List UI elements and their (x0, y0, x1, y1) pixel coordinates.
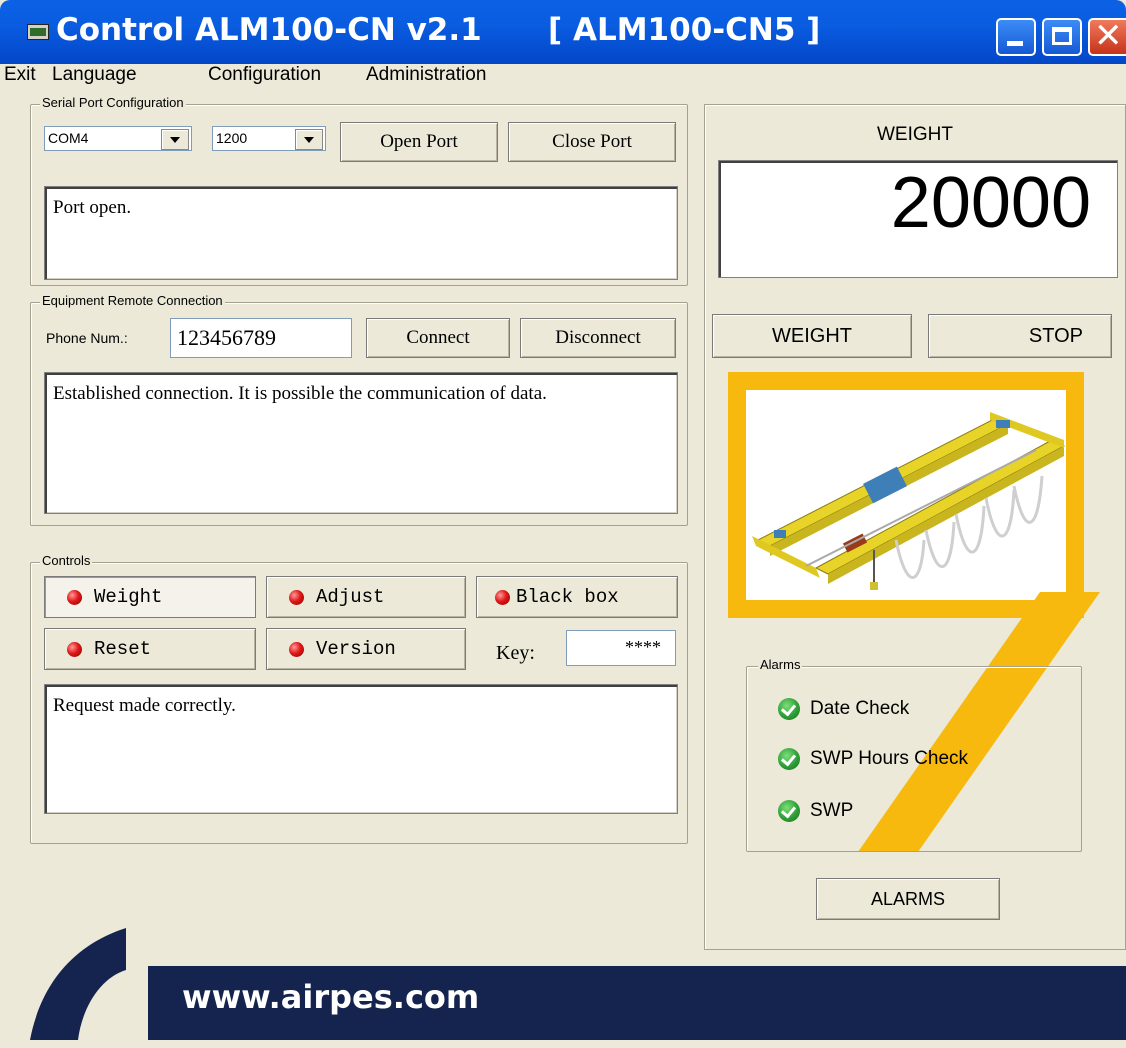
reset-button[interactable]: Reset (44, 628, 256, 670)
red-led-icon (67, 641, 82, 657)
version-label: Version (316, 638, 396, 660)
close-button[interactable]: ✕ (1088, 16, 1126, 56)
red-led-icon (289, 589, 304, 605)
black-box-button[interactable]: Black box (476, 576, 678, 618)
minimize-button[interactable] (996, 18, 1036, 56)
close-port-button[interactable]: Close Port (508, 122, 676, 162)
minimize-icon (1007, 41, 1023, 46)
adjust-button[interactable]: Adjust (266, 576, 466, 618)
port-log: Port open. (44, 186, 678, 280)
maximize-button[interactable] (1042, 18, 1082, 56)
stop-button[interactable]: STOP (928, 314, 1112, 358)
check-icon (778, 748, 800, 770)
weight-heading: WEIGHT (877, 124, 953, 145)
weight-control-button[interactable]: Weight (44, 576, 256, 618)
website-url[interactable]: www.airpes.com (182, 978, 479, 1016)
menu-configuration[interactable]: Configuration (208, 64, 321, 86)
red-led-icon (67, 589, 82, 605)
disconnect-button[interactable]: Disconnect (520, 318, 676, 358)
open-port-button[interactable]: Open Port (340, 122, 498, 162)
weight-read-button[interactable]: WEIGHT (712, 314, 912, 358)
connect-button[interactable]: Connect (366, 318, 510, 358)
app-icon (27, 24, 49, 40)
remote-connection-legend: Equipment Remote Connection (40, 293, 225, 308)
black-box-label: Black box (516, 586, 619, 608)
check-icon (778, 698, 800, 720)
version-button[interactable]: Version (266, 628, 466, 670)
red-led-icon (495, 589, 510, 605)
port-value: COM4 (48, 130, 89, 146)
weight-display: 20000 (718, 160, 1118, 278)
serial-port-legend: Serial Port Configuration (40, 95, 186, 110)
baud-select[interactable]: 1200 (212, 126, 326, 151)
phone-input[interactable]: 123456789 (170, 318, 352, 358)
alarm-swp: SWP (778, 800, 853, 822)
red-led-icon (289, 641, 304, 657)
key-input[interactable]: **** (566, 630, 676, 666)
chevron-down-icon[interactable] (295, 129, 323, 150)
controls-log: Request made correctly. (44, 684, 678, 814)
baud-value: 1200 (216, 130, 248, 146)
reset-label: Reset (94, 638, 152, 660)
crane-image (728, 372, 1084, 618)
phone-label: Phone Num.: (46, 330, 128, 346)
port-select[interactable]: COM4 (44, 126, 192, 151)
alarm-date-check: Date Check (778, 698, 909, 720)
device-id: [ ALM100-CN5 ] (548, 12, 821, 48)
alarm-label: SWP Hours Check (810, 748, 969, 769)
key-label: Key: (496, 642, 535, 664)
controls-legend: Controls (40, 553, 93, 568)
alarm-label: Date Check (810, 698, 910, 719)
menu-exit[interactable]: Exit (4, 64, 36, 86)
alarm-label: SWP (810, 800, 854, 821)
alarms-legend: Alarms (758, 657, 803, 672)
airpes-logo (30, 928, 126, 1040)
menu-administration[interactable]: Administration (366, 64, 486, 86)
menu-language[interactable]: Language (52, 64, 137, 86)
alarms-button[interactable]: ALARMS (816, 878, 1000, 920)
window-title: Control ALM100-CN v2.1 (56, 12, 482, 48)
adjust-label: Adjust (316, 586, 385, 608)
maximize-icon (1052, 27, 1072, 45)
close-icon: ✕ (1094, 16, 1123, 56)
check-icon (778, 800, 800, 822)
connection-log: Established connection. It is possible t… (44, 372, 678, 514)
crane-icon (752, 412, 1066, 590)
alarm-swp-hours-check: SWP Hours Check (778, 748, 968, 770)
chevron-down-icon[interactable] (161, 129, 189, 150)
weight-control-label: Weight (94, 586, 163, 608)
menu-bar: Exit Language Configuration Administrati… (0, 64, 1126, 88)
